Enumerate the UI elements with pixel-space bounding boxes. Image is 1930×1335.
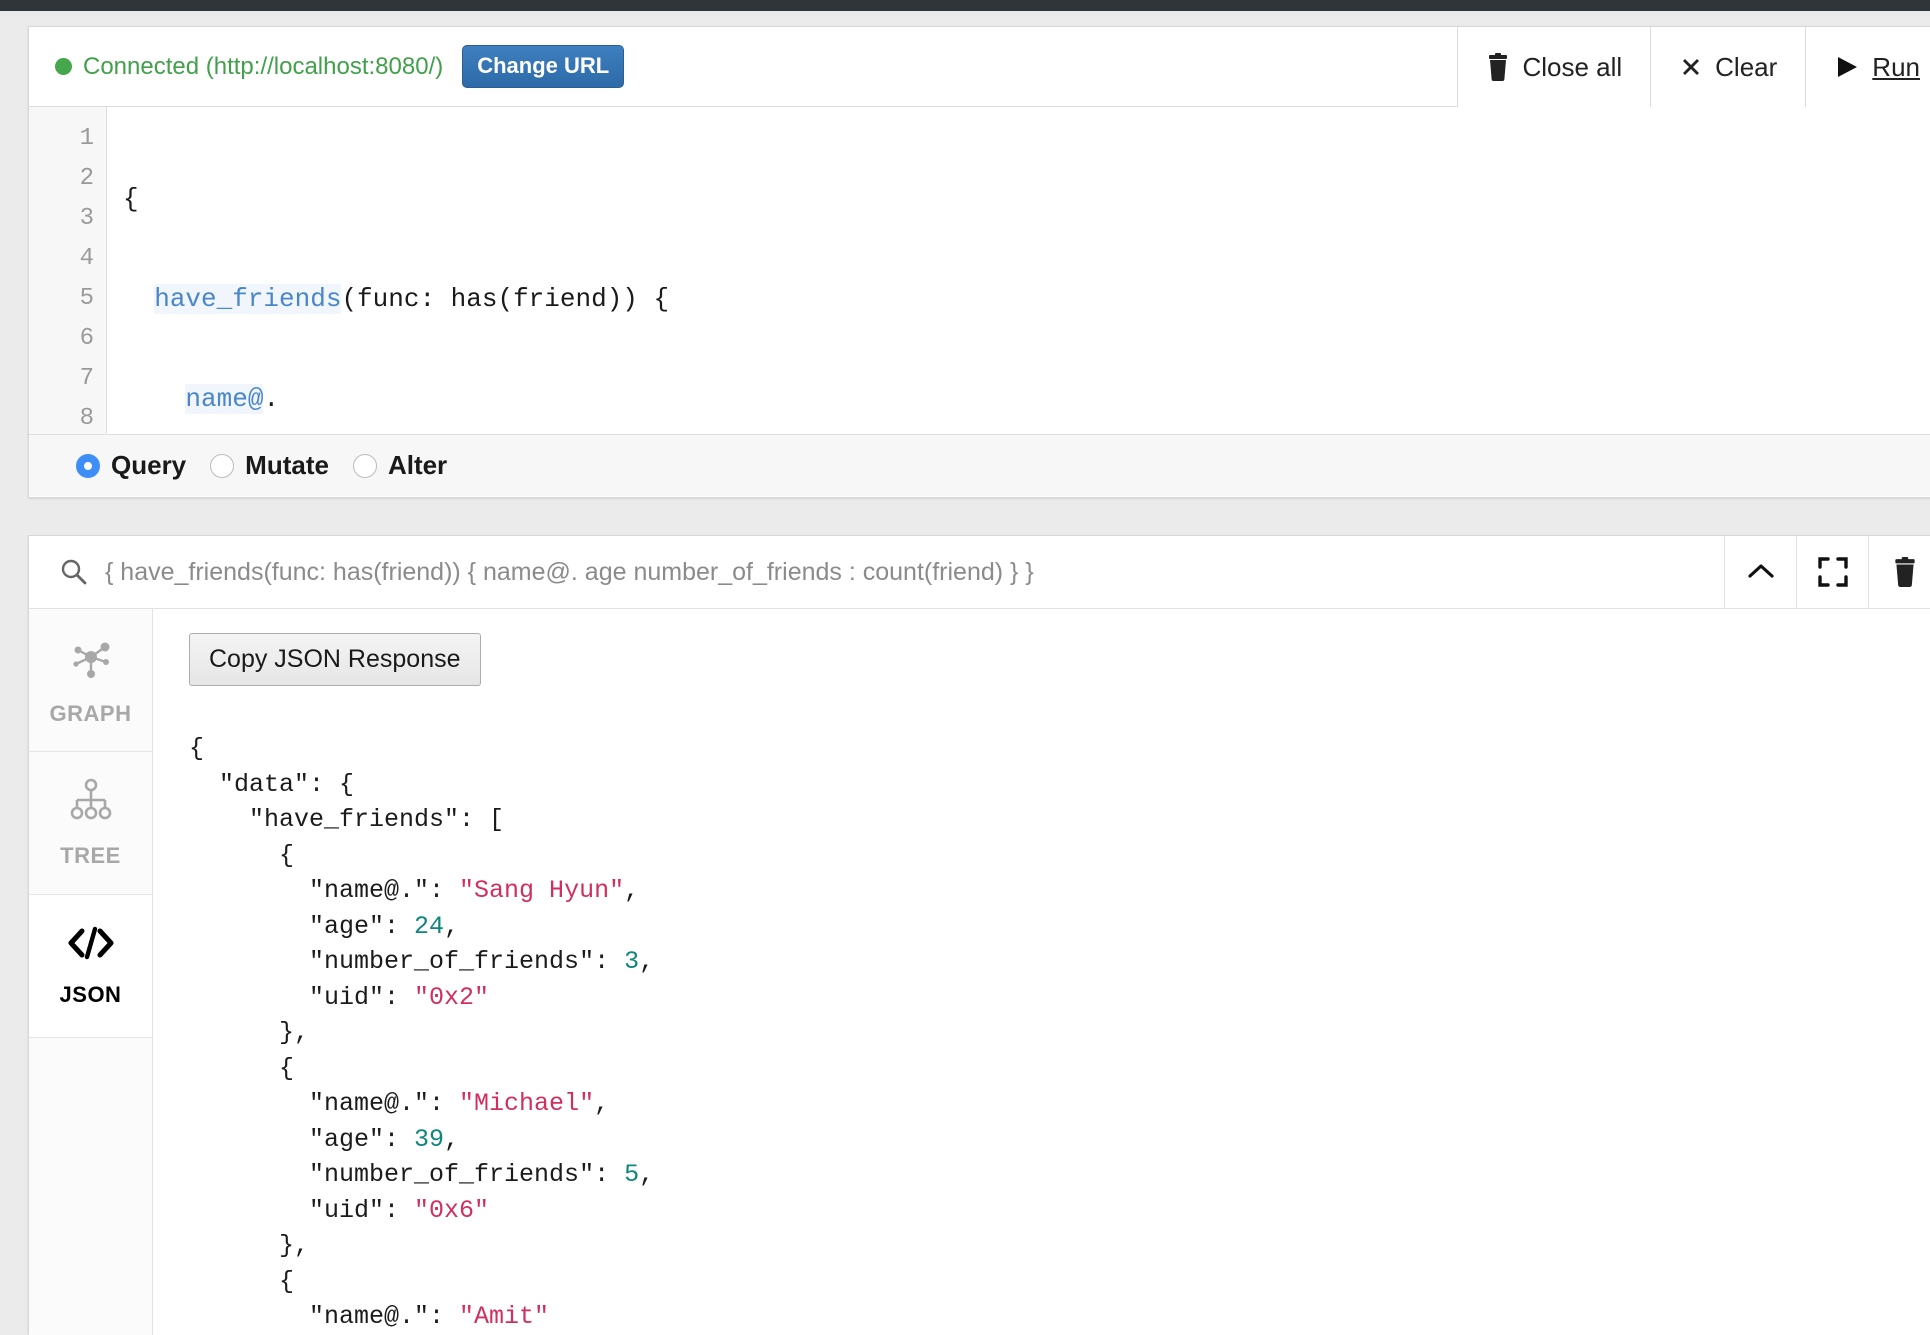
result-header-actions: [1724, 536, 1930, 608]
view-tab-graph[interactable]: GRAPH: [29, 609, 152, 752]
mode-option-alter[interactable]: Alter: [352, 450, 448, 481]
search-icon: [29, 536, 105, 608]
mode-label: Query: [111, 450, 187, 480]
result-header: { have_friends(func: has(friend)) { name…: [29, 536, 1930, 609]
line-number: 7: [79, 365, 94, 392]
clear-button[interactable]: Clear: [1650, 27, 1806, 107]
window-title-bar: [0, 0, 1930, 11]
toolbar-actions: Close all Clear Run: [1457, 27, 1930, 107]
run-label: Run: [1872, 51, 1920, 82]
json-line: "name@.": "Amit": [189, 1302, 550, 1331]
code-line: name@.: [123, 379, 1930, 419]
query-editor[interactable]: 1 2 3 4 5 6 7 8 { have_friends(func: has…: [29, 107, 1930, 434]
connection-status: Connected (http://localhost:8080/): [55, 53, 443, 81]
view-tab-label: JSON: [59, 981, 122, 1007]
run-button[interactable]: Run: [1805, 27, 1930, 107]
line-number: 2: [79, 165, 94, 192]
line-number: 5: [79, 285, 94, 312]
trash-icon: [1486, 53, 1510, 81]
line-number: 1: [79, 125, 94, 152]
json-line: "have_friends": [: [189, 805, 505, 834]
json-line: "number_of_friends": 5,: [189, 1160, 655, 1189]
json-line: {: [189, 840, 295, 870]
connection-dot-icon: [55, 58, 72, 75]
line-number: 3: [79, 205, 94, 232]
line-number: 4: [79, 245, 94, 272]
play-icon: [1834, 54, 1860, 80]
json-line: },: [189, 1231, 310, 1260]
dot-token: .: [263, 384, 280, 414]
field-token: name@: [185, 384, 264, 414]
title-bar-shadow: [0, 11, 1930, 16]
collapse-icon[interactable]: [1724, 536, 1796, 608]
close-icon: [1679, 55, 1703, 79]
json-line: "age": 39,: [189, 1124, 460, 1154]
mode-option-mutate[interactable]: Mutate: [210, 450, 329, 481]
view-tab-tree[interactable]: TREE: [29, 752, 152, 895]
json-line: "age": 24,: [189, 911, 460, 941]
field-token: have_friends: [154, 284, 342, 314]
result-query-text: { have_friends(func: has(friend)) { name…: [105, 557, 1034, 586]
code-icon: [66, 925, 116, 966]
view-tab-json[interactable]: JSON: [29, 895, 152, 1038]
radio-alter[interactable]: [352, 453, 377, 478]
trash-icon[interactable]: [1868, 536, 1930, 608]
graph-icon: [68, 634, 114, 685]
radio-query[interactable]: [76, 453, 100, 478]
clear-label: Clear: [1715, 51, 1778, 82]
result-body: GRAPH TREE JSON Copy JSON Response {"da…: [29, 609, 1930, 1335]
json-line: "name@.": "Sang Hyun",: [189, 876, 640, 905]
copy-json-response-button[interactable]: Copy JSON Response: [189, 633, 481, 686]
json-line: "name@.": "Michael",: [189, 1089, 610, 1118]
json-line: {: [189, 1053, 295, 1083]
code-line: {: [123, 179, 1930, 219]
json-line: "data": {: [189, 769, 355, 799]
json-line: "number_of_friends": 3,: [189, 947, 655, 976]
mode-label: Mutate: [245, 450, 329, 480]
close-all-label: Close all: [1522, 51, 1623, 82]
mode-option-query[interactable]: Query: [76, 450, 186, 481]
fullscreen-icon[interactable]: [1796, 536, 1868, 608]
view-tab-label: TREE: [60, 842, 121, 868]
line-number: 6: [79, 325, 94, 352]
json-line: },: [189, 1018, 310, 1047]
change-url-button[interactable]: Change URL: [462, 45, 625, 88]
close-all-button[interactable]: Close all: [1457, 27, 1651, 107]
json-line: "uid": "0x2": [189, 982, 490, 1012]
result-panel: { have_friends(func: has(friend)) { name…: [28, 535, 1930, 1335]
radio-mutate[interactable]: [210, 453, 235, 478]
json-response-area: Copy JSON Response { "data": { "have_fri…: [153, 609, 1930, 1335]
code-line: have_friends(func: has(friend)) {: [123, 279, 1930, 319]
line-number: 8: [79, 405, 94, 432]
query-toolbar: Connected (http://localhost:8080/) Chang…: [29, 27, 1930, 107]
query-panel: Connected (http://localhost:8080/) Chang…: [28, 26, 1930, 498]
json-line: "uid": "0x6": [189, 1195, 490, 1225]
view-mode-sidebar: GRAPH TREE JSON: [29, 609, 153, 1335]
tree-icon: [68, 778, 114, 827]
args-token: (func: has(friend)) {: [341, 284, 670, 314]
brace-token: {: [123, 184, 139, 214]
json-line: {: [189, 734, 205, 763]
editor-code[interactable]: { have_friends(func: has(friend)) { name…: [107, 107, 1930, 434]
mode-label: Alter: [387, 450, 448, 480]
editor-gutter: 1 2 3 4 5 6 7 8: [29, 107, 107, 434]
connection-status-label: Connected (http://localhost:8080/): [83, 52, 444, 80]
json-line: {: [189, 1266, 295, 1296]
json-response-text: { "data": { "have_friends": [ { "name@."…: [189, 731, 1930, 1335]
operation-mode-group: Query Mutate Alter: [29, 434, 1930, 496]
view-tab-label: GRAPH: [49, 700, 132, 726]
